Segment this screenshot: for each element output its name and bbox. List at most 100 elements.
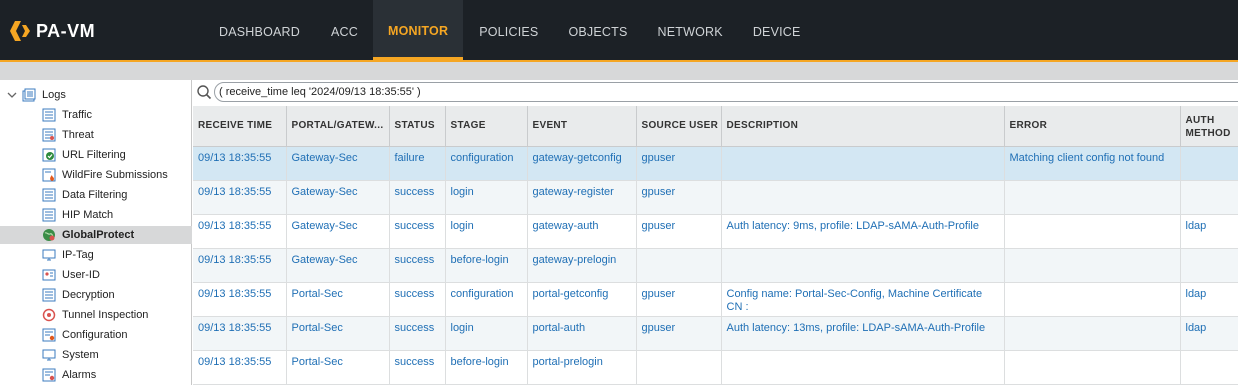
cell-status[interactable]: success xyxy=(389,214,446,249)
cell-receive-time[interactable]: 09/13 18:35:55 xyxy=(193,214,287,249)
sidebar-item-url-filtering[interactable]: URL Filtering xyxy=(42,146,192,164)
sidebar-item-hip-match[interactable]: HIP Match xyxy=(42,206,192,224)
cell-stage[interactable]: before-login xyxy=(445,248,528,283)
cell-auth-method[interactable] xyxy=(1180,350,1238,385)
table-row[interactable]: 09/13 18:35:55 Portal-Sec success login … xyxy=(193,316,1238,351)
cell-source-user[interactable]: gpuser xyxy=(636,316,722,351)
cell-portal-gateway[interactable]: Gateway-Sec xyxy=(286,146,390,181)
cell-auth-method[interactable] xyxy=(1180,180,1238,215)
cell-description[interactable]: Auth latency: 9ms, profile: LDAP-sAMA-Au… xyxy=(721,214,1005,249)
column-header-event[interactable]: EVENT xyxy=(527,106,637,147)
cell-description[interactable] xyxy=(721,350,1005,385)
sidebar-item-data-filtering[interactable]: Data Filtering xyxy=(42,186,192,204)
cell-receive-time[interactable]: 09/13 18:35:55 xyxy=(193,316,287,351)
cell-auth-method[interactable]: ldap xyxy=(1180,282,1238,317)
cell-stage[interactable]: login xyxy=(445,180,528,215)
cell-event[interactable]: gateway-prelogin xyxy=(527,248,637,283)
cell-source-user[interactable] xyxy=(636,248,722,283)
cell-source-user[interactable]: gpuser xyxy=(636,146,722,181)
app-logo[interactable]: PA-VM xyxy=(10,18,95,44)
cell-source-user[interactable]: gpuser xyxy=(636,180,722,215)
column-header-error[interactable]: ERROR xyxy=(1004,106,1181,147)
sidebar-item-alarms[interactable]: Alarms xyxy=(42,366,192,384)
cell-portal-gateway[interactable]: Portal-Sec xyxy=(286,316,390,351)
tab-monitor[interactable]: MONITOR xyxy=(372,0,464,60)
tab-network[interactable]: NETWORK xyxy=(642,0,737,60)
cell-error[interactable]: Matching client config not found xyxy=(1004,146,1181,181)
cell-receive-time[interactable]: 09/13 18:35:55 xyxy=(193,146,287,181)
cell-description[interactable]: Auth latency: 13ms, profile: LDAP-sAMA-A… xyxy=(721,316,1005,351)
sidebar-item-tunnel-inspection[interactable]: Tunnel Inspection xyxy=(42,306,192,324)
column-header-portal-gateway[interactable]: PORTAL/GATEW... xyxy=(286,106,390,147)
sidebar-item-globalprotect[interactable]: GlobalProtect xyxy=(0,226,192,244)
tab-acc[interactable]: ACC xyxy=(314,0,373,60)
column-header-status[interactable]: STATUS xyxy=(389,106,446,147)
cell-receive-time[interactable]: 09/13 18:35:55 xyxy=(193,350,287,385)
cell-stage[interactable]: configuration xyxy=(445,282,528,317)
column-header-auth-method[interactable]: AUTH METHOD xyxy=(1180,106,1238,147)
tab-device[interactable]: DEVICE xyxy=(737,0,815,60)
cell-error[interactable] xyxy=(1004,316,1181,351)
cell-event[interactable]: portal-prelogin xyxy=(527,350,637,385)
cell-error[interactable] xyxy=(1004,214,1181,249)
column-header-receive-time[interactable]: RECEIVE TIME xyxy=(193,106,287,147)
table-row[interactable]: 09/13 18:35:55 Gateway-Sec success login… xyxy=(193,214,1238,249)
cell-stage[interactable]: before-login xyxy=(445,350,528,385)
cell-stage[interactable]: login xyxy=(445,316,528,351)
cell-receive-time[interactable]: 09/13 18:35:55 xyxy=(193,282,287,317)
cell-auth-method[interactable] xyxy=(1180,146,1238,181)
cell-portal-gateway[interactable]: Portal-Sec xyxy=(286,350,390,385)
sidebar-item-decryption[interactable]: Decryption xyxy=(42,286,192,304)
sidebar-item-traffic[interactable]: Traffic xyxy=(42,106,192,124)
cell-source-user[interactable]: gpuser xyxy=(636,214,722,249)
tab-dashboard[interactable]: DASHBOARD xyxy=(205,0,314,60)
column-header-source-user[interactable]: SOURCE USER xyxy=(636,106,722,147)
cell-source-user[interactable] xyxy=(636,350,722,385)
table-row[interactable]: 09/13 18:35:55 Gateway-Sec success befor… xyxy=(193,248,1238,283)
cell-source-user[interactable]: gpuser xyxy=(636,282,722,317)
cell-stage[interactable]: configuration xyxy=(445,146,528,181)
cell-portal-gateway[interactable]: Gateway-Sec xyxy=(286,180,390,215)
cell-description[interactable] xyxy=(721,248,1005,283)
cell-stage[interactable]: login xyxy=(445,214,528,249)
cell-status[interactable]: success xyxy=(389,248,446,283)
table-row[interactable]: 09/13 18:35:55 Gateway-Sec success login… xyxy=(193,180,1238,215)
cell-auth-method[interactable]: ldap xyxy=(1180,214,1238,249)
cell-description[interactable] xyxy=(721,180,1005,215)
cell-description[interactable]: Config name: Portal-Sec-Config, Machine … xyxy=(721,282,1005,317)
cell-status[interactable]: success xyxy=(389,350,446,385)
cell-error[interactable] xyxy=(1004,248,1181,283)
tab-objects[interactable]: OBJECTS xyxy=(552,0,641,60)
cell-portal-gateway[interactable]: Gateway-Sec xyxy=(286,248,390,283)
cell-error[interactable] xyxy=(1004,180,1181,215)
cell-event[interactable]: portal-auth xyxy=(527,316,637,351)
sidebar-item-user-id[interactable]: User-ID xyxy=(42,266,192,284)
table-row[interactable]: 09/13 18:35:55 Gateway-Sec failure confi… xyxy=(193,146,1238,181)
cell-event[interactable]: gateway-register xyxy=(527,180,637,215)
cell-receive-time[interactable]: 09/13 18:35:55 xyxy=(193,248,287,283)
chevron-down-icon[interactable] xyxy=(6,89,18,101)
tab-policies[interactable]: POLICIES xyxy=(463,0,552,60)
search-icon[interactable] xyxy=(196,84,212,100)
sidebar-item-configuration[interactable]: Configuration xyxy=(42,326,192,344)
cell-auth-method[interactable] xyxy=(1180,248,1238,283)
cell-portal-gateway[interactable]: Gateway-Sec xyxy=(286,214,390,249)
cell-event[interactable]: gateway-auth xyxy=(527,214,637,249)
table-row[interactable]: 09/13 18:35:55 Portal-Sec success before… xyxy=(193,350,1238,385)
cell-status[interactable]: success xyxy=(389,180,446,215)
sidebar-item-ip-tag[interactable]: IP-Tag xyxy=(42,246,192,264)
sidebar-item-threat[interactable]: Threat xyxy=(42,126,192,144)
cell-status[interactable]: failure xyxy=(389,146,446,181)
table-row[interactable]: 09/13 18:35:55 Portal-Sec success config… xyxy=(193,282,1238,317)
cell-description[interactable] xyxy=(721,146,1005,181)
sidebar-item-system[interactable]: System xyxy=(42,346,192,364)
cell-event[interactable]: portal-getconfig xyxy=(527,282,637,317)
column-header-stage[interactable]: STAGE xyxy=(445,106,528,147)
log-filter-input[interactable]: ( receive_time leq '2024/09/13 18:35:55'… xyxy=(214,82,1238,102)
cell-portal-gateway[interactable]: Portal-Sec xyxy=(286,282,390,317)
cell-auth-method[interactable]: ldap xyxy=(1180,316,1238,351)
cell-status[interactable]: success xyxy=(389,316,446,351)
cell-error[interactable] xyxy=(1004,350,1181,385)
cell-status[interactable]: success xyxy=(389,282,446,317)
cell-event[interactable]: gateway-getconfig xyxy=(527,146,637,181)
